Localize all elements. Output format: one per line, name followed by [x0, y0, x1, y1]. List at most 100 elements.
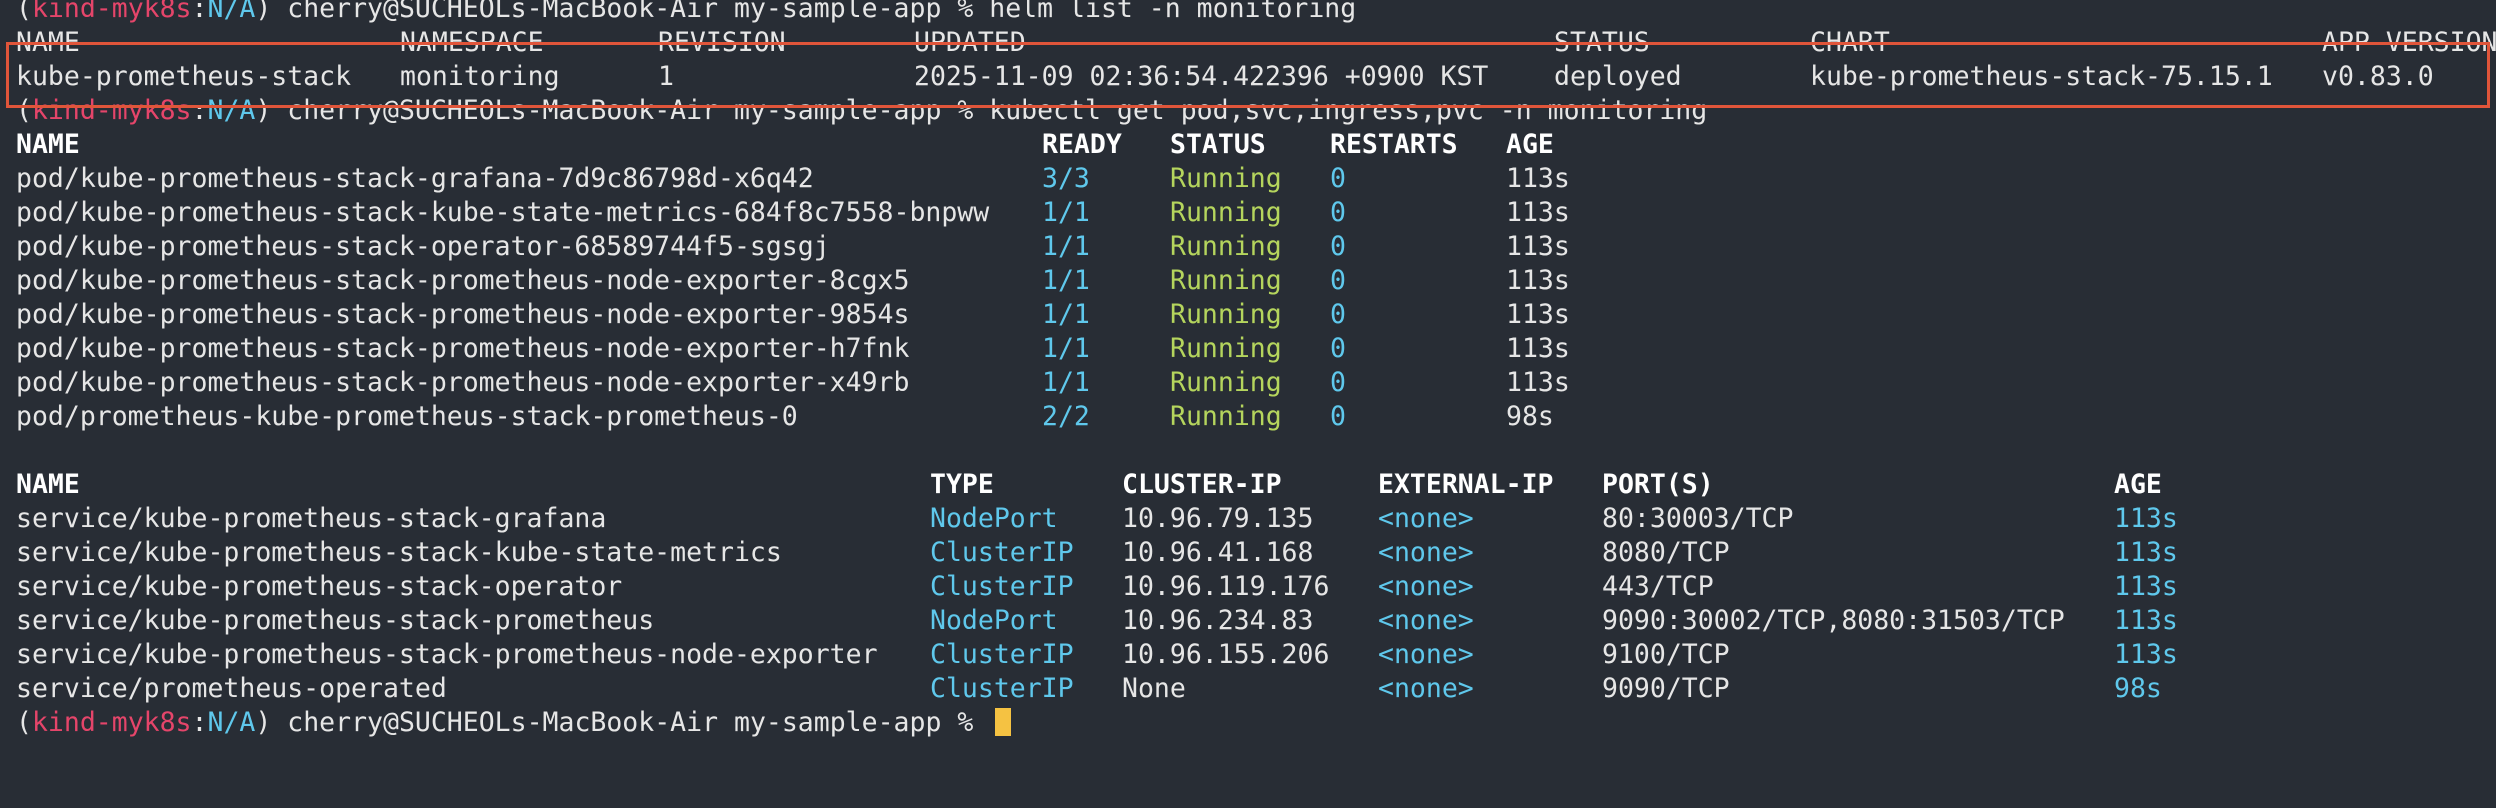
- pod-name: pod/kube-prometheus-stack-prometheus-nod…: [16, 265, 910, 296]
- service-row: service/kube-prometheus-stack-prometheus…: [0, 604, 2496, 638]
- service-cluster-ip: 10.96.234.83: [1122, 605, 1314, 636]
- service-type: NodePort: [930, 605, 1058, 636]
- pod-status: Running: [1170, 367, 1282, 398]
- pod-name: pod/kube-prometheus-stack-prometheus-nod…: [16, 299, 910, 330]
- service-name: service/kube-prometheus-stack-prometheus: [16, 605, 655, 636]
- service-age: 113s: [2114, 639, 2178, 670]
- pod-status: Running: [1170, 401, 1282, 432]
- pod-ready: 1/1: [1042, 299, 1090, 330]
- pod-status: Running: [1170, 333, 1282, 364]
- pod-name: pod/kube-prometheus-stack-operator-68589…: [16, 231, 830, 262]
- pod-name: pod/kube-prometheus-stack-prometheus-nod…: [16, 367, 910, 398]
- terminal-window[interactable]: (kind-myk8s:N/A) cherry@SUCHEOLs-MacBook…: [0, 0, 2496, 740]
- service-age: 113s: [2114, 503, 2178, 534]
- service-name: service/prometheus-operated: [16, 673, 447, 704]
- service-name: service/kube-prometheus-stack-grafana: [16, 503, 607, 534]
- service-type: ClusterIP: [930, 537, 1074, 568]
- service-ports: 9090/TCP: [1602, 673, 1730, 704]
- pods-table-header: NAME READY STATUS RESTARTS AGE: [16, 129, 1554, 160]
- service-age: 113s: [2114, 537, 2178, 568]
- service-ports: 80:30003/TCP: [1602, 503, 1794, 534]
- pod-ready: 1/1: [1042, 367, 1090, 398]
- prompt-line-helm: (kind-myk8s:N/A) cherry@SUCHEOLs-MacBook…: [0, 0, 2496, 26]
- service-cluster-ip: 10.96.155.206: [1122, 639, 1330, 670]
- service-external-ip: <none>: [1378, 639, 1474, 670]
- service-row: service/kube-prometheus-stack-grafana Nod…: [0, 502, 2496, 536]
- service-type: NodePort: [930, 503, 1058, 534]
- service-name: service/kube-prometheus-stack-operator: [16, 571, 623, 602]
- service-ports: 9100/TCP: [1602, 639, 1730, 670]
- pod-row: pod/kube-prometheus-stack-prometheus-nod…: [0, 298, 2496, 332]
- service-type: ClusterIP: [930, 571, 1074, 602]
- pod-restarts: 0: [1330, 299, 1346, 330]
- pod-row: pod/kube-prometheus-stack-prometheus-nod…: [0, 366, 2496, 400]
- services-table-header: NAME TYPE CLUSTER-IP EXTERNAL-IP PORT(S)…: [16, 469, 2162, 500]
- pod-age: 113s: [1506, 163, 1570, 194]
- pod-ready: 3/3: [1042, 163, 1090, 194]
- service-row: service/kube-prometheus-stack-kube-state…: [0, 536, 2496, 570]
- pod-age: 98s: [1506, 401, 1554, 432]
- pod-age: 113s: [1506, 197, 1570, 228]
- pod-status: Running: [1170, 163, 1282, 194]
- service-cluster-ip: 10.96.119.176: [1122, 571, 1330, 602]
- pod-ready: 1/1: [1042, 231, 1090, 262]
- service-name: service/kube-prometheus-stack-kube-state…: [16, 537, 782, 568]
- service-age: 98s: [2114, 673, 2162, 704]
- service-cluster-ip: 10.96.79.135: [1122, 503, 1314, 534]
- service-external-ip: <none>: [1378, 673, 1474, 704]
- helm-highlight-box: [6, 42, 2490, 108]
- pod-restarts: 0: [1330, 367, 1346, 398]
- service-cluster-ip: 10.96.41.168: [1122, 537, 1314, 568]
- service-age: 113s: [2114, 571, 2178, 602]
- pod-name: pod/kube-prometheus-stack-prometheus-nod…: [16, 333, 910, 364]
- prompt-namespace: N/A: [207, 0, 256, 24]
- pod-ready: 1/1: [1042, 197, 1090, 228]
- prompt: (kind-myk8s:N/A) cherry@SUCHEOLs-MacBook…: [16, 706, 1012, 740]
- pod-row: pod/prometheus-kube-prometheus-stack-pro…: [0, 400, 2496, 434]
- prompt-context: kind-myk8s: [31, 0, 192, 24]
- pod-restarts: 0: [1330, 231, 1346, 262]
- service-ports: 8080/TCP: [1602, 537, 1730, 568]
- pod-restarts: 0: [1330, 401, 1346, 432]
- service-row: service/kube-prometheus-stack-prometheus…: [0, 638, 2496, 672]
- pod-row: pod/kube-prometheus-stack-prometheus-nod…: [0, 332, 2496, 366]
- service-ports: 9090:30002/TCP,8080:31503/TCP: [1602, 605, 2065, 636]
- pod-status: Running: [1170, 299, 1282, 330]
- pod-status: Running: [1170, 231, 1282, 262]
- pod-ready: 1/1: [1042, 265, 1090, 296]
- pod-age: 113s: [1506, 367, 1570, 398]
- command-text: helm list -n monitoring: [989, 0, 1357, 24]
- prompt: (kind-myk8s:N/A) cherry@SUCHEOLs-MacBook…: [16, 0, 1356, 26]
- pod-age: 113s: [1506, 265, 1570, 296]
- pod-row: pod/kube-prometheus-stack-grafana-7d9c86…: [0, 162, 2496, 196]
- service-type: ClusterIP: [930, 639, 1074, 670]
- service-age: 113s: [2114, 605, 2178, 636]
- pod-row: pod/kube-prometheus-stack-prometheus-nod…: [0, 264, 2496, 298]
- service-name: service/kube-prometheus-stack-prometheus…: [16, 639, 878, 670]
- service-external-ip: <none>: [1378, 571, 1474, 602]
- pod-ready: 2/2: [1042, 401, 1090, 432]
- service-row: service/prometheus-operated ClusterIP None…: [0, 672, 2496, 706]
- service-external-ip: <none>: [1378, 537, 1474, 568]
- service-ports: 443/TCP: [1602, 571, 1714, 602]
- pod-status: Running: [1170, 197, 1282, 228]
- prompt-line-current[interactable]: (kind-myk8s:N/A) cherry@SUCHEOLs-MacBook…: [0, 706, 2496, 740]
- pod-name: pod/kube-prometheus-stack-grafana-7d9c86…: [16, 163, 814, 194]
- prompt-namespace: N/A: [207, 707, 256, 738]
- service-external-ip: <none>: [1378, 605, 1474, 636]
- pod-ready: 1/1: [1042, 333, 1090, 364]
- pod-restarts: 0: [1330, 197, 1346, 228]
- pod-row: pod/kube-prometheus-stack-operator-68589…: [0, 230, 2496, 264]
- text-cursor[interactable]: [995, 708, 1012, 736]
- pod-status: Running: [1170, 265, 1282, 296]
- pod-restarts: 0: [1330, 163, 1346, 194]
- pod-age: 113s: [1506, 333, 1570, 364]
- service-type: ClusterIP: [930, 673, 1074, 704]
- pod-restarts: 0: [1330, 333, 1346, 364]
- service-row: service/kube-prometheus-stack-operator Cl…: [0, 570, 2496, 604]
- pod-name: pod/kube-prometheus-stack-kube-state-met…: [16, 197, 990, 228]
- pod-age: 113s: [1506, 231, 1570, 262]
- pod-restarts: 0: [1330, 265, 1346, 296]
- service-external-ip: <none>: [1378, 503, 1474, 534]
